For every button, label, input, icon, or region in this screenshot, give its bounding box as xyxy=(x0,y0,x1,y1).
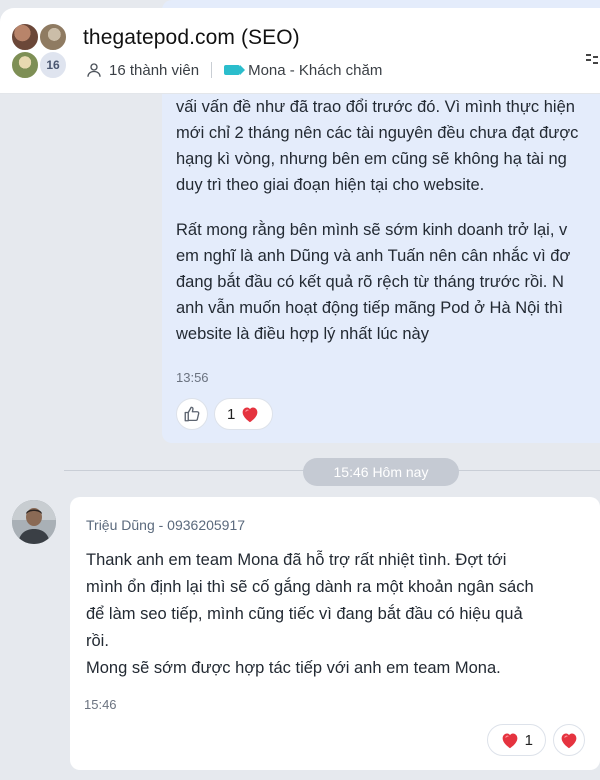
outgoing-message-paragraph-2: Rất mong rằng bên mình sẽ sớm kinh doanh… xyxy=(176,221,571,343)
outgoing-reactions: 1 xyxy=(176,398,274,430)
member-avatar xyxy=(10,50,40,80)
outgoing-message-time: 13:56 xyxy=(176,370,209,385)
group-title[interactable]: thegatepod.com (SEO) xyxy=(83,26,300,50)
incoming-message-card[interactable]: Triệu Dũng - 0936205917 Thank anh em tea… xyxy=(70,497,600,770)
member-avatar xyxy=(38,22,68,52)
member-avatar xyxy=(10,22,40,52)
member-count-badge: 16 xyxy=(38,50,68,80)
group-meta: 16 thành viên Mona - Khách chăm xyxy=(84,60,382,80)
chat-screen: vấi vấn đề như đã trao đổi trước đó. Vì … xyxy=(0,0,600,780)
thumbs-up-icon xyxy=(184,406,200,422)
sender-avatar[interactable] xyxy=(12,500,56,544)
incoming-message-time: 15:46 xyxy=(84,697,117,712)
tag-icon xyxy=(224,65,246,75)
sender-name[interactable]: Triệu Dũng - 0936205917 xyxy=(86,517,600,533)
date-divider-label: 15:46 Hôm nay xyxy=(303,458,459,486)
group-avatar[interactable]: 16 xyxy=(8,22,70,80)
outgoing-message-paragraph-1: vấi vấn đề như đã trao đổi trước đó. Vì … xyxy=(176,98,579,194)
classification-tag[interactable]: Mona - Khách chăm xyxy=(248,62,382,79)
heart-reaction-chip[interactable]: 1 xyxy=(214,398,274,430)
heart-react-button[interactable] xyxy=(553,724,585,756)
heart-reaction-count: 1 xyxy=(227,405,236,423)
heart-reaction-count: 1 xyxy=(524,731,533,749)
like-reaction-button[interactable] xyxy=(176,398,208,430)
incoming-reactions: 1 xyxy=(486,724,585,756)
heart-icon xyxy=(242,407,258,423)
meta-divider xyxy=(211,62,213,78)
members-link[interactable]: 16 thành viên xyxy=(109,62,199,79)
chat-header: 16 thegatepod.com (SEO) 16 thành viên Mo… xyxy=(0,8,600,94)
incoming-message-text: Thank anh em team Mona đã hỗ trợ rất nhi… xyxy=(86,551,534,677)
more-icon[interactable] xyxy=(584,52,600,72)
heart-reaction-chip[interactable]: 1 xyxy=(486,724,546,756)
heart-icon xyxy=(502,733,518,749)
users-icon xyxy=(84,60,104,80)
heart-icon xyxy=(561,733,577,749)
